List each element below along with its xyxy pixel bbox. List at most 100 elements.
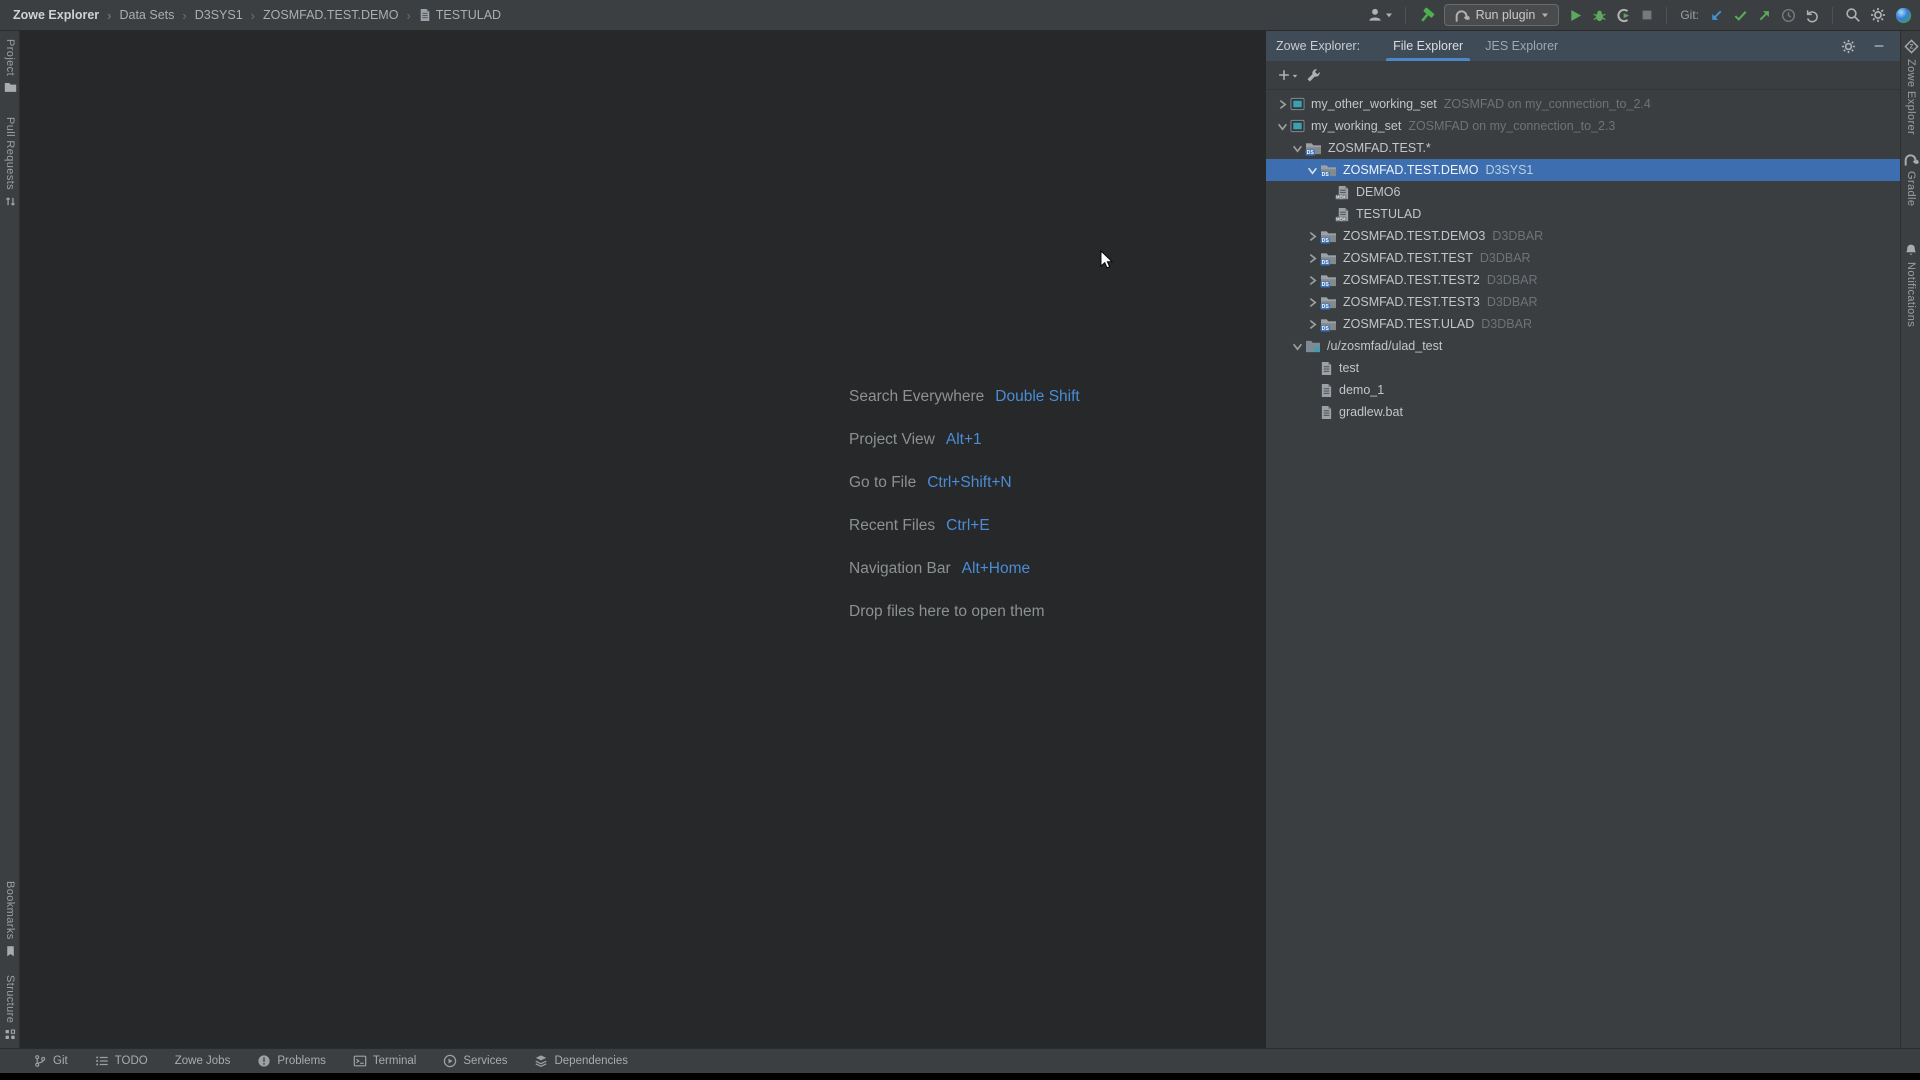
tree-item-label: ZOSMFAD.TEST.TEST xyxy=(1343,251,1473,265)
chevron-collapsed-icon[interactable] xyxy=(1305,275,1320,286)
shortcut-row: Navigation Bar Alt+Home xyxy=(849,547,1080,590)
ide-sphere-icon[interactable] xyxy=(1895,7,1912,24)
member-file-icon xyxy=(1335,207,1350,222)
statusbar-problems[interactable]: Problems xyxy=(257,1054,326,1068)
tree-item-dataset-selected[interactable]: ZOSMFAD.TEST.DEMO D3SYS1 xyxy=(1266,159,1900,181)
breadcrumb-member[interactable]: TESTULAD xyxy=(419,8,501,22)
run-icon[interactable] xyxy=(1568,8,1583,23)
shortcut-keys: Alt+1 xyxy=(946,431,982,449)
statusbar-services[interactable]: Services xyxy=(443,1054,507,1068)
breadcrumb-data-sets[interactable]: Data Sets xyxy=(119,8,194,23)
history-icon xyxy=(1781,8,1796,23)
chevron-expanded-icon[interactable] xyxy=(1290,341,1305,352)
rollback-icon[interactable] xyxy=(1805,8,1820,23)
tree-item-uss-file[interactable]: gradlew.bat xyxy=(1266,401,1900,423)
tree-item-member[interactable]: DEMO6 xyxy=(1266,181,1900,203)
tree-item-dataset[interactable]: ZOSMFAD.TEST.TEST2 D3DBAR xyxy=(1266,269,1900,291)
shortcut-action: Project View xyxy=(849,431,935,449)
tree-item-working-set[interactable]: my_working_set ZOSMFAD on my_connection_… xyxy=(1266,115,1900,137)
tool-window-header: Zowe Explorer: File Explorer JES Explore… xyxy=(1266,31,1900,61)
statusbar-terminal[interactable]: Terminal xyxy=(353,1054,416,1068)
shortcut-keys: Double Shift xyxy=(995,388,1079,406)
stripe-item-notifications[interactable]: Notifications xyxy=(1901,243,1920,327)
stripe-item-bookmarks[interactable]: Bookmarks xyxy=(0,881,20,958)
settings-gear-icon[interactable] xyxy=(1870,7,1886,23)
stripe-label: Zowe Explorer xyxy=(1905,59,1917,135)
file-icon xyxy=(1320,405,1333,420)
shortcut-row: Recent Files Ctrl+E xyxy=(849,504,1080,547)
chevron-collapsed-icon[interactable] xyxy=(1305,253,1320,264)
dataset-folder-icon xyxy=(1320,295,1337,310)
breadcrumb-zowe-explorer[interactable]: Zowe Explorer xyxy=(13,8,119,23)
tree-item-dataset[interactable]: ZOSMFAD.TEST.TEST3 D3DBAR xyxy=(1266,291,1900,313)
tree-item-dataset[interactable]: ZOSMFAD.TEST.DEMO3 D3DBAR xyxy=(1266,225,1900,247)
tree-item-label: my_other_working_set xyxy=(1311,97,1437,111)
tree-item-uss-file[interactable]: demo_1 xyxy=(1266,379,1900,401)
statusbar-zowe-jobs[interactable]: Zowe Jobs xyxy=(175,1055,231,1067)
tab-file-explorer[interactable]: File Explorer xyxy=(1382,31,1474,61)
stripe-item-pull-requests[interactable]: Pull Requests xyxy=(0,117,20,208)
tree-item-uss-folder[interactable]: /u/zosmfad/ulad_test xyxy=(1266,335,1900,357)
add-button[interactable] xyxy=(1277,68,1291,82)
chevron-collapsed-icon[interactable] xyxy=(1305,297,1320,308)
gradle-elephant-icon xyxy=(1903,153,1919,166)
services-icon xyxy=(443,1054,457,1068)
tree-item-dataset[interactable]: ZOSMFAD.TEST.TEST D3DBAR xyxy=(1266,247,1900,269)
add-icon xyxy=(1277,68,1291,82)
chevron-collapsed-icon[interactable] xyxy=(1305,231,1320,242)
statusbar-label: Terminal xyxy=(373,1055,416,1067)
main-toolbar: Zowe Explorer Data Sets D3SYS1 ZOSMFAD.T… xyxy=(0,0,1920,31)
chevron-collapsed-icon[interactable] xyxy=(1275,99,1290,110)
stripe-item-gradle[interactable]: Gradle xyxy=(1901,153,1920,206)
toolbar-separator xyxy=(1405,7,1406,24)
stripe-item-project[interactable]: Project xyxy=(0,39,20,93)
user-dropdown-icon[interactable] xyxy=(1367,7,1393,23)
tree-item-label: TESTULAD xyxy=(1356,207,1421,221)
build-hammer-icon[interactable] xyxy=(1418,7,1435,24)
statusbar-todo[interactable]: TODO xyxy=(95,1054,148,1068)
terminal-icon xyxy=(353,1054,367,1068)
dataset-folder-icon xyxy=(1320,229,1337,244)
stripe-item-zowe-explorer[interactable]: Zowe Explorer xyxy=(1901,39,1920,135)
shortcut-keys: Ctrl+E xyxy=(946,517,990,535)
git-commit-icon[interactable] xyxy=(1733,8,1748,23)
file-icon xyxy=(1320,383,1333,398)
tree-item-label: ZOSMFAD.TEST.DEMO xyxy=(1343,163,1478,177)
stripe-label: Structure xyxy=(4,975,16,1023)
stripe-label: Notifications xyxy=(1905,262,1917,327)
search-icon[interactable] xyxy=(1845,7,1861,23)
tree-item-member[interactable]: TESTULAD xyxy=(1266,203,1900,225)
profiler-icon[interactable] xyxy=(1616,8,1631,23)
git-push-icon[interactable] xyxy=(1757,8,1772,23)
tree-item-label: ZOSMFAD.TEST.DEMO3 xyxy=(1343,229,1485,243)
hide-icon[interactable] xyxy=(1872,39,1886,53)
git-update-icon[interactable] xyxy=(1709,8,1724,23)
chevron-expanded-icon[interactable] xyxy=(1290,143,1305,154)
editor-empty-area[interactable]: Search Everywhere Double Shift Project V… xyxy=(21,32,1265,1048)
tree-item-working-set[interactable]: my_other_working_set ZOSMFAD on my_conne… xyxy=(1266,93,1900,115)
shortcut-action: Go to File xyxy=(849,474,916,492)
chevron-collapsed-icon[interactable] xyxy=(1305,319,1320,330)
statusbar-dependencies[interactable]: Dependencies xyxy=(534,1054,628,1068)
tab-jes-explorer[interactable]: JES Explorer xyxy=(1474,31,1569,61)
stripe-item-structure[interactable]: Structure xyxy=(0,975,20,1041)
breadcrumb-dataset[interactable]: ZOSMFAD.TEST.DEMO xyxy=(263,8,419,23)
dependencies-icon xyxy=(534,1054,548,1068)
run-configuration-select[interactable]: Run plugin xyxy=(1444,4,1560,26)
statusbar-git[interactable]: Git xyxy=(33,1054,68,1068)
folder-icon xyxy=(4,81,17,93)
stripe-label: Bookmarks xyxy=(4,881,16,940)
shortcut-keys: Ctrl+Shift+N xyxy=(927,474,1011,492)
tree-item-qualifier: D3DBAR xyxy=(1492,229,1543,243)
gear-icon[interactable] xyxy=(1841,39,1856,54)
tree-item-uss-file[interactable]: test xyxy=(1266,357,1900,379)
tree-item-dataset[interactable]: ZOSMFAD.TEST.ULAD D3DBAR xyxy=(1266,313,1900,335)
wrench-button[interactable] xyxy=(1306,68,1321,83)
tree-item-dataset-mask[interactable]: ZOSMFAD.TEST.* xyxy=(1266,137,1900,159)
debug-icon[interactable] xyxy=(1592,8,1607,23)
breadcrumb-d3sys1[interactable]: D3SYS1 xyxy=(195,8,263,23)
chevron-expanded-icon[interactable] xyxy=(1305,165,1320,176)
statusbar-label: Services xyxy=(463,1055,507,1067)
chevron-expanded-icon[interactable] xyxy=(1275,121,1290,132)
tab-label: File Explorer xyxy=(1393,39,1463,53)
